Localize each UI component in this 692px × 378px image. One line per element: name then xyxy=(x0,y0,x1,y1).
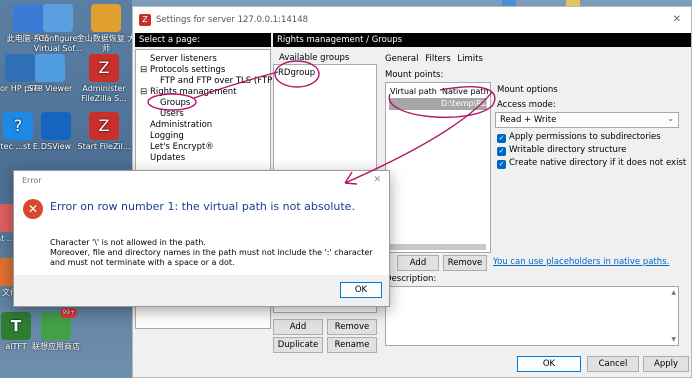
checkbox-label: Create native directory if it does not e… xyxy=(509,158,687,168)
dsview-icon xyxy=(41,112,71,140)
tree-item-rights-management[interactable]: Rights management xyxy=(150,87,236,98)
column-virtual-path[interactable]: Virtual path xyxy=(390,87,437,96)
access-mode-value: Read + Write xyxy=(500,115,557,125)
desktop-icon-label: Start FileZil... xyxy=(77,142,131,151)
desktop-icon[interactable]: Z Administer FileZilla S... xyxy=(72,54,136,104)
close-icon[interactable]: ✕ xyxy=(373,175,381,185)
desktop-icon-label: DSView xyxy=(40,142,72,151)
virtual-config-icon xyxy=(43,4,73,32)
tab-general[interactable]: General xyxy=(385,54,419,64)
checkbox-checked-icon: ✓ xyxy=(497,134,506,143)
error-heading: Error on row number 1: the virtual path … xyxy=(50,200,355,213)
dialog-title: Error xyxy=(22,176,42,185)
tree-item-users[interactable]: Users xyxy=(160,109,184,120)
tab-bar: General Filters Limits xyxy=(385,54,487,64)
table-row[interactable]: D:\temp\RD xyxy=(389,98,488,110)
description-textarea[interactable]: ▲ ▼ xyxy=(385,286,679,346)
apply-button[interactable]: Apply xyxy=(643,356,689,372)
dialog-ok-button[interactable]: OK xyxy=(340,282,382,298)
error-line-1: Character '\' is not allowed in the path… xyxy=(50,238,206,247)
tree-item-administration[interactable]: Administration xyxy=(150,120,212,131)
checkbox-label: Apply permissions to subdirectories xyxy=(509,132,661,142)
create-native-dir-checkbox[interactable]: ✓ Create native directory if it does not … xyxy=(497,158,686,169)
rename-group-button[interactable]: Rename xyxy=(327,337,377,353)
scroll-up-icon[interactable]: ▲ xyxy=(671,289,676,296)
desktop-icon-label: 联想应用商店 xyxy=(32,342,80,351)
horizontal-scrollbar[interactable] xyxy=(390,244,486,250)
tab-limits[interactable]: Limits xyxy=(457,54,483,64)
tree-item-ftp[interactable]: FTP and FTP over TLS (FTPS) xyxy=(160,76,281,87)
duplicate-group-button[interactable]: Duplicate xyxy=(273,337,323,353)
tree-item-protocols-settings[interactable]: Protocols settings xyxy=(150,65,225,76)
filezilla-icon: Z xyxy=(139,14,151,26)
checkbox-checked-icon: ✓ xyxy=(497,160,506,169)
desktop-icon-label: 金山数据恢复 大师 xyxy=(76,34,136,53)
error-dialog: Error ✕ ✕ Error on row number 1: the vir… xyxy=(13,170,390,307)
remove-group-button[interactable]: Remove xyxy=(327,319,377,335)
checkbox-label: Writable directory structure xyxy=(509,145,627,155)
apply-subdirs-checkbox[interactable]: ✓ Apply permissions to subdirectories xyxy=(497,132,661,143)
description-label: Description: xyxy=(385,274,437,284)
title-bar: Z Settings for server 127.0.0.1:14148 ✕ xyxy=(133,7,691,33)
desktop-icon[interactable]: 金山数据恢复 大师 xyxy=(74,4,138,54)
mount-options-title: Mount options xyxy=(497,85,558,95)
error-line-2: Moreover, file and directory names in th… xyxy=(50,248,373,267)
access-mode-select[interactable]: Read + Write ⌄ xyxy=(495,112,679,128)
groups-title: Available groups xyxy=(279,53,350,63)
add-group-button[interactable]: Add xyxy=(273,319,323,335)
notification-badge: 99+ xyxy=(60,308,77,318)
chevron-down-icon: ⌄ xyxy=(667,114,674,123)
mount-points-label: Mount points: xyxy=(385,70,444,80)
desktop-icon-label: STP Viewer xyxy=(27,84,73,93)
group-item-rdgroup[interactable]: RDgroup xyxy=(278,68,315,78)
dialog-footer: OK xyxy=(14,275,389,306)
column-native-path[interactable]: Native path xyxy=(442,87,489,96)
app-store-icon: 99+ xyxy=(41,308,77,340)
left-header: Select a page: xyxy=(135,33,271,47)
placeholders-link[interactable]: You can use placeholders in native paths… xyxy=(493,257,669,267)
checkbox-checked-icon: ✓ xyxy=(497,147,506,156)
scroll-down-icon[interactable]: ▼ xyxy=(671,336,676,343)
desktop-icon[interactable]: 99+ 联想应用商店 xyxy=(24,308,88,352)
tree-item-server-listeners[interactable]: Server listeners xyxy=(150,54,217,65)
recovery-icon xyxy=(91,4,121,32)
native-path-cell[interactable]: D:\temp\RD xyxy=(441,99,488,108)
access-mode-label: Access mode: xyxy=(497,100,556,110)
right-header: Rights management / Groups xyxy=(273,33,691,47)
tree-item-groups[interactable]: Groups xyxy=(160,98,190,109)
remove-mount-button[interactable]: Remove xyxy=(443,255,487,271)
desktop-icon-label: Administer FileZilla S... xyxy=(81,84,127,103)
error-icon: ✕ xyxy=(23,199,43,219)
window-title: Settings for server 127.0.0.1:14148 xyxy=(156,15,309,25)
mount-points-table[interactable]: Virtual path Native path D:\temp\RD xyxy=(385,82,491,253)
desktop-icon[interactable]: Z Start FileZil... xyxy=(72,112,136,152)
ok-button[interactable]: OK xyxy=(517,356,581,372)
cancel-button[interactable]: Cancel xyxy=(587,356,639,372)
close-icon[interactable]: ✕ xyxy=(673,14,681,25)
filezilla-icon: Z xyxy=(89,54,119,82)
tree-item-logging[interactable]: Logging xyxy=(150,131,184,142)
tree-item-updates[interactable]: Updates xyxy=(150,153,185,164)
filezilla-icon: Z xyxy=(89,112,119,140)
writable-structure-checkbox[interactable]: ✓ Writable directory structure xyxy=(497,145,626,156)
error-message: Character '\' is not allowed in the path… xyxy=(50,238,380,268)
tree-toggle[interactable]: ⊟ xyxy=(140,87,147,98)
tree-toggle[interactable]: ⊟ xyxy=(140,65,147,76)
tree-item-lets-encrypt[interactable]: Let's Encrypt® xyxy=(150,142,214,153)
add-mount-button[interactable]: Add xyxy=(397,255,439,271)
tab-filters[interactable]: Filters xyxy=(425,54,450,64)
stp-viewer-icon xyxy=(35,54,65,82)
